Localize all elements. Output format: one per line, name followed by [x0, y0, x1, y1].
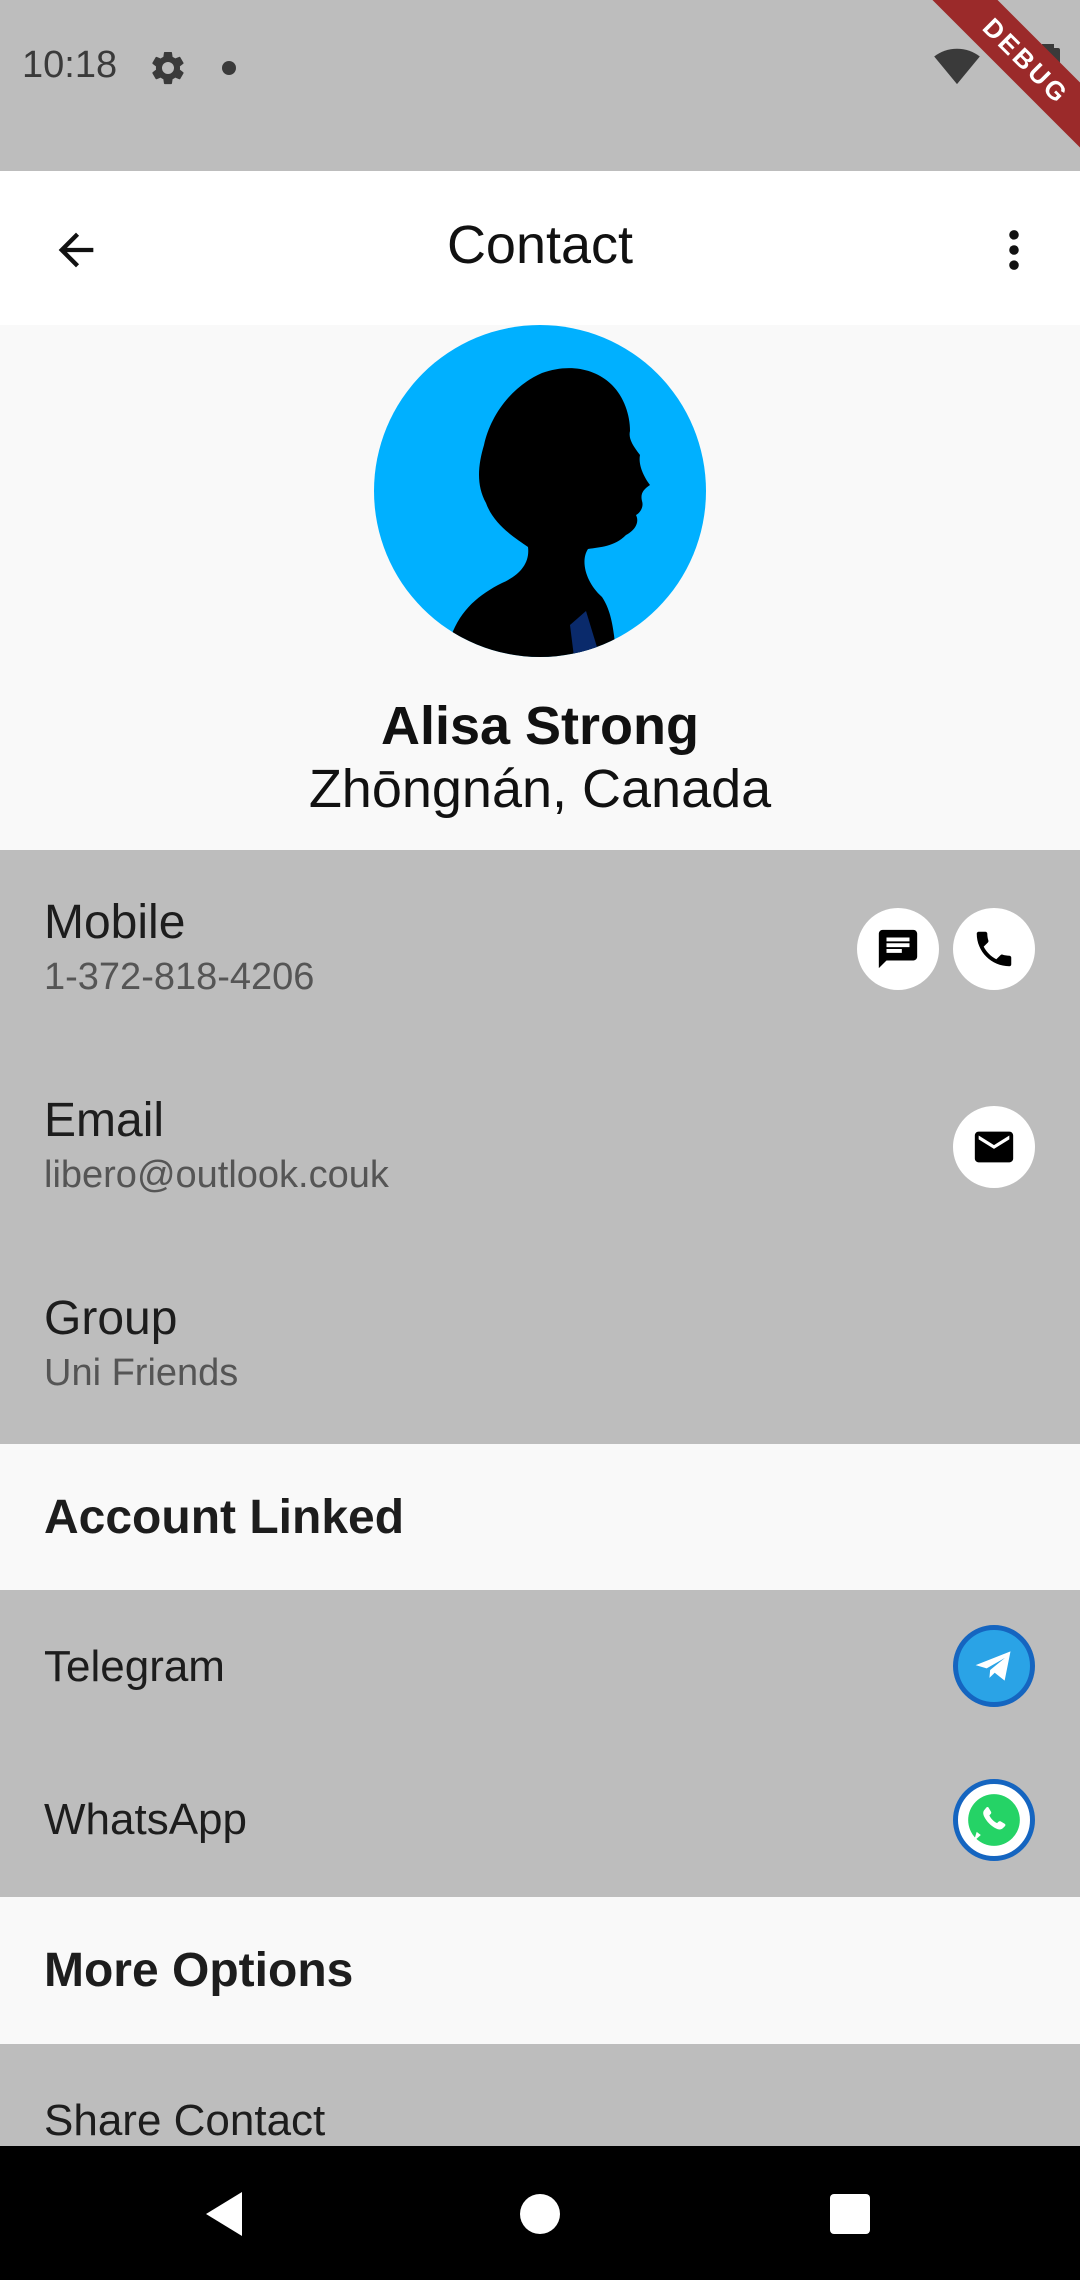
- phone-icon: [976, 931, 1012, 967]
- nav-home-button[interactable]: [500, 2174, 580, 2254]
- triangle-back-icon: [206, 2192, 242, 2236]
- telegram-row[interactable]: Telegram: [0, 1590, 1080, 1743]
- message-button[interactable]: [857, 908, 939, 990]
- page-title: Contact: [446, 215, 634, 275]
- whatsapp-label: WhatsApp: [44, 1795, 247, 1844]
- telegram-icon[interactable]: [953, 1625, 1035, 1707]
- call-button[interactable]: [953, 908, 1035, 990]
- telegram-label: Telegram: [44, 1642, 225, 1691]
- email-label: Email: [44, 1094, 165, 1147]
- circle-home-icon: [520, 2194, 560, 2234]
- share-contact-item[interactable]: Share Contact: [44, 2096, 325, 2146]
- group-label: Group: [44, 1292, 178, 1345]
- square-recents-icon: [830, 2194, 870, 2234]
- wifi-icon: [934, 48, 980, 85]
- nav-recents-button[interactable]: [810, 2174, 890, 2254]
- nav-back-button[interactable]: [184, 2174, 264, 2254]
- person-silhouette-icon: [446, 368, 650, 657]
- contact-location: Zhōngnán, Canada: [308, 759, 772, 819]
- notification-dot-icon: [222, 61, 236, 75]
- contact-name: Alisa Strong: [380, 696, 700, 756]
- more-options-title: More Options: [44, 1944, 354, 1997]
- whatsapp-row[interactable]: WhatsApp: [0, 1743, 1080, 1897]
- whatsapp-logo-icon: [968, 1794, 1020, 1846]
- more-options-button[interactable]: [972, 208, 1056, 292]
- mail-icon: [974, 1131, 1014, 1163]
- account-linked-header: Account Linked: [0, 1444, 1080, 1589]
- whatsapp-icon[interactable]: [953, 1779, 1035, 1861]
- options-section: Share Contact: [0, 2044, 1080, 2146]
- settings-gear-icon: [152, 51, 184, 85]
- mobile-number: 1-372-818-4206: [44, 956, 315, 998]
- group-value: Uni Friends: [44, 1352, 239, 1394]
- mobile-label: Mobile: [44, 896, 186, 949]
- email-address: libero@outlook.couk: [44, 1154, 389, 1196]
- account-linked-title: Account Linked: [44, 1491, 405, 1544]
- more-options-header: More Options: [0, 1897, 1080, 2044]
- mobile-row: Mobile 1-372-818-4206: [0, 850, 1080, 1048]
- email-row: Email libero@outlook.couk: [0, 1048, 1080, 1246]
- telegram-plane-icon: [975, 1651, 1011, 1681]
- status-time: 10:18: [22, 44, 118, 86]
- battery-icon: [1036, 44, 1060, 88]
- email-button[interactable]: [953, 1106, 1035, 1188]
- message-icon: [878, 929, 918, 969]
- group-row: Group Uni Friends: [0, 1246, 1080, 1444]
- avatar: [374, 325, 706, 657]
- more-vert-icon: [1009, 230, 1019, 270]
